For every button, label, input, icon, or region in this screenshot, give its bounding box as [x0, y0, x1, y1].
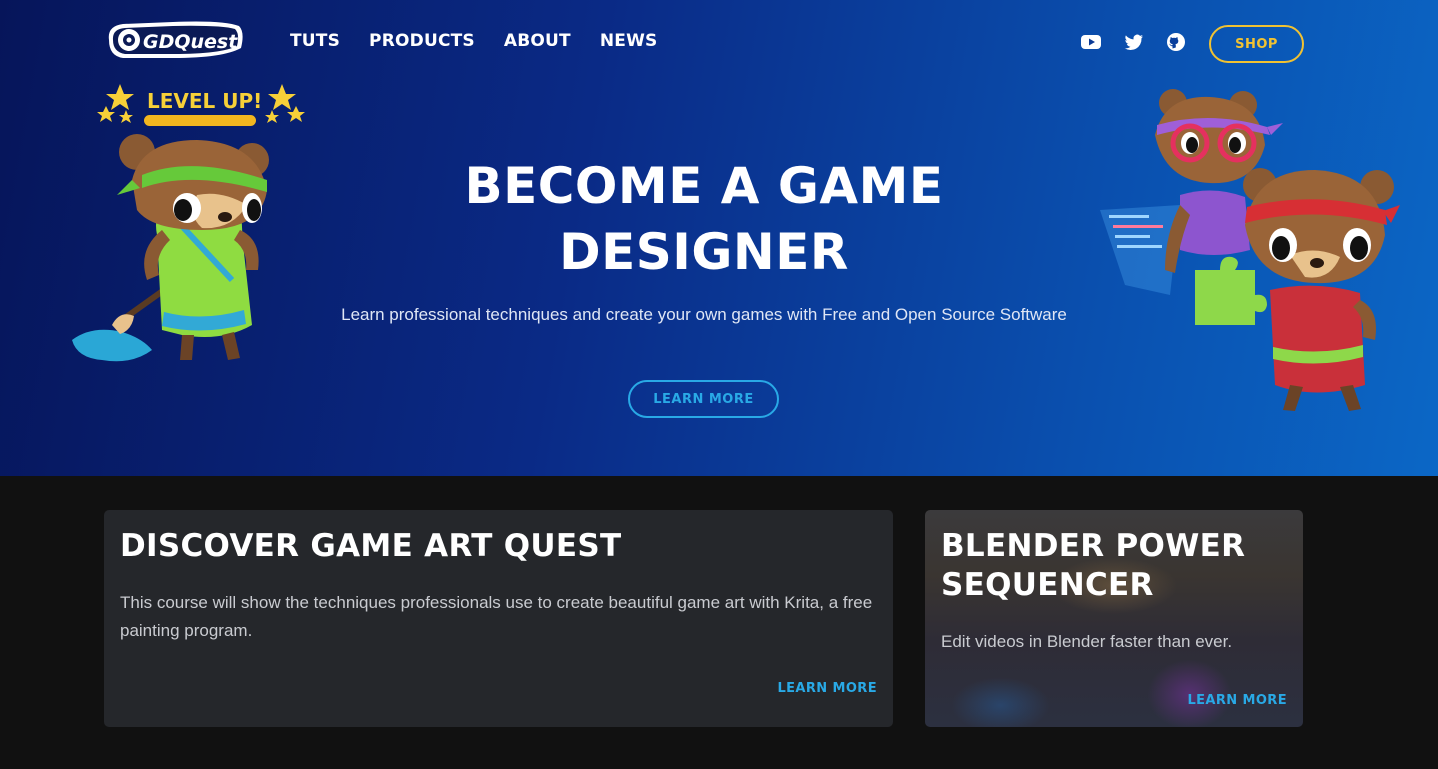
- hero-banner: GDQuest TUTS PRODUCTS ABOUT NEWS SHOP LE…: [0, 0, 1438, 476]
- shop-button[interactable]: SHOP: [1209, 25, 1304, 63]
- youtube-icon[interactable]: [1080, 32, 1102, 52]
- card-description: This course will show the techniques pro…: [120, 593, 873, 640]
- nav-item-tuts[interactable]: TUTS: [290, 31, 340, 51]
- main-nav: TUTS PRODUCTS ABOUT NEWS: [290, 31, 658, 51]
- card-learn-more-link[interactable]: LEARN MORE: [1187, 693, 1287, 708]
- bear-mascot-painter-illustration: LEVEL UP!: [72, 84, 305, 362]
- github-icon[interactable]: [1165, 32, 1187, 52]
- card-learn-more-link[interactable]: LEARN MORE: [777, 681, 877, 696]
- hero-title-line-2: DESIGNER: [559, 223, 849, 281]
- card-title: BLENDER POWER SEQUENCER: [941, 528, 1246, 603]
- bear-mascots-coder-illustration: [1100, 89, 1400, 411]
- hero-learn-more-button[interactable]: LEARN MORE: [628, 380, 779, 418]
- gdquest-logo[interactable]: GDQuest: [103, 18, 245, 62]
- nav-item-news[interactable]: NEWS: [600, 31, 658, 51]
- hero-title-line-1: BECOME A GAME: [464, 157, 944, 215]
- card-title: DISCOVER GAME ART QUEST: [120, 528, 622, 564]
- hero-subtitle: Learn professional techniques and create…: [341, 305, 1067, 324]
- blender-power-sequencer-card[interactable]: BLENDER POWER SEQUENCER Edit videos in B…: [925, 510, 1303, 727]
- logo-text: GDQuest: [143, 31, 238, 53]
- level-up-badge: LEVEL UP!: [147, 89, 262, 113]
- nav-item-products[interactable]: PRODUCTS: [369, 31, 475, 51]
- nav-item-about[interactable]: ABOUT: [504, 31, 571, 51]
- hero-title: BECOME A GAME DESIGNER: [404, 153, 1004, 285]
- game-art-quest-card[interactable]: DISCOVER GAME ART QUEST This course will…: [104, 510, 893, 727]
- card-description: Edit videos in Blender faster than ever.: [941, 632, 1233, 651]
- twitter-icon[interactable]: [1123, 32, 1145, 52]
